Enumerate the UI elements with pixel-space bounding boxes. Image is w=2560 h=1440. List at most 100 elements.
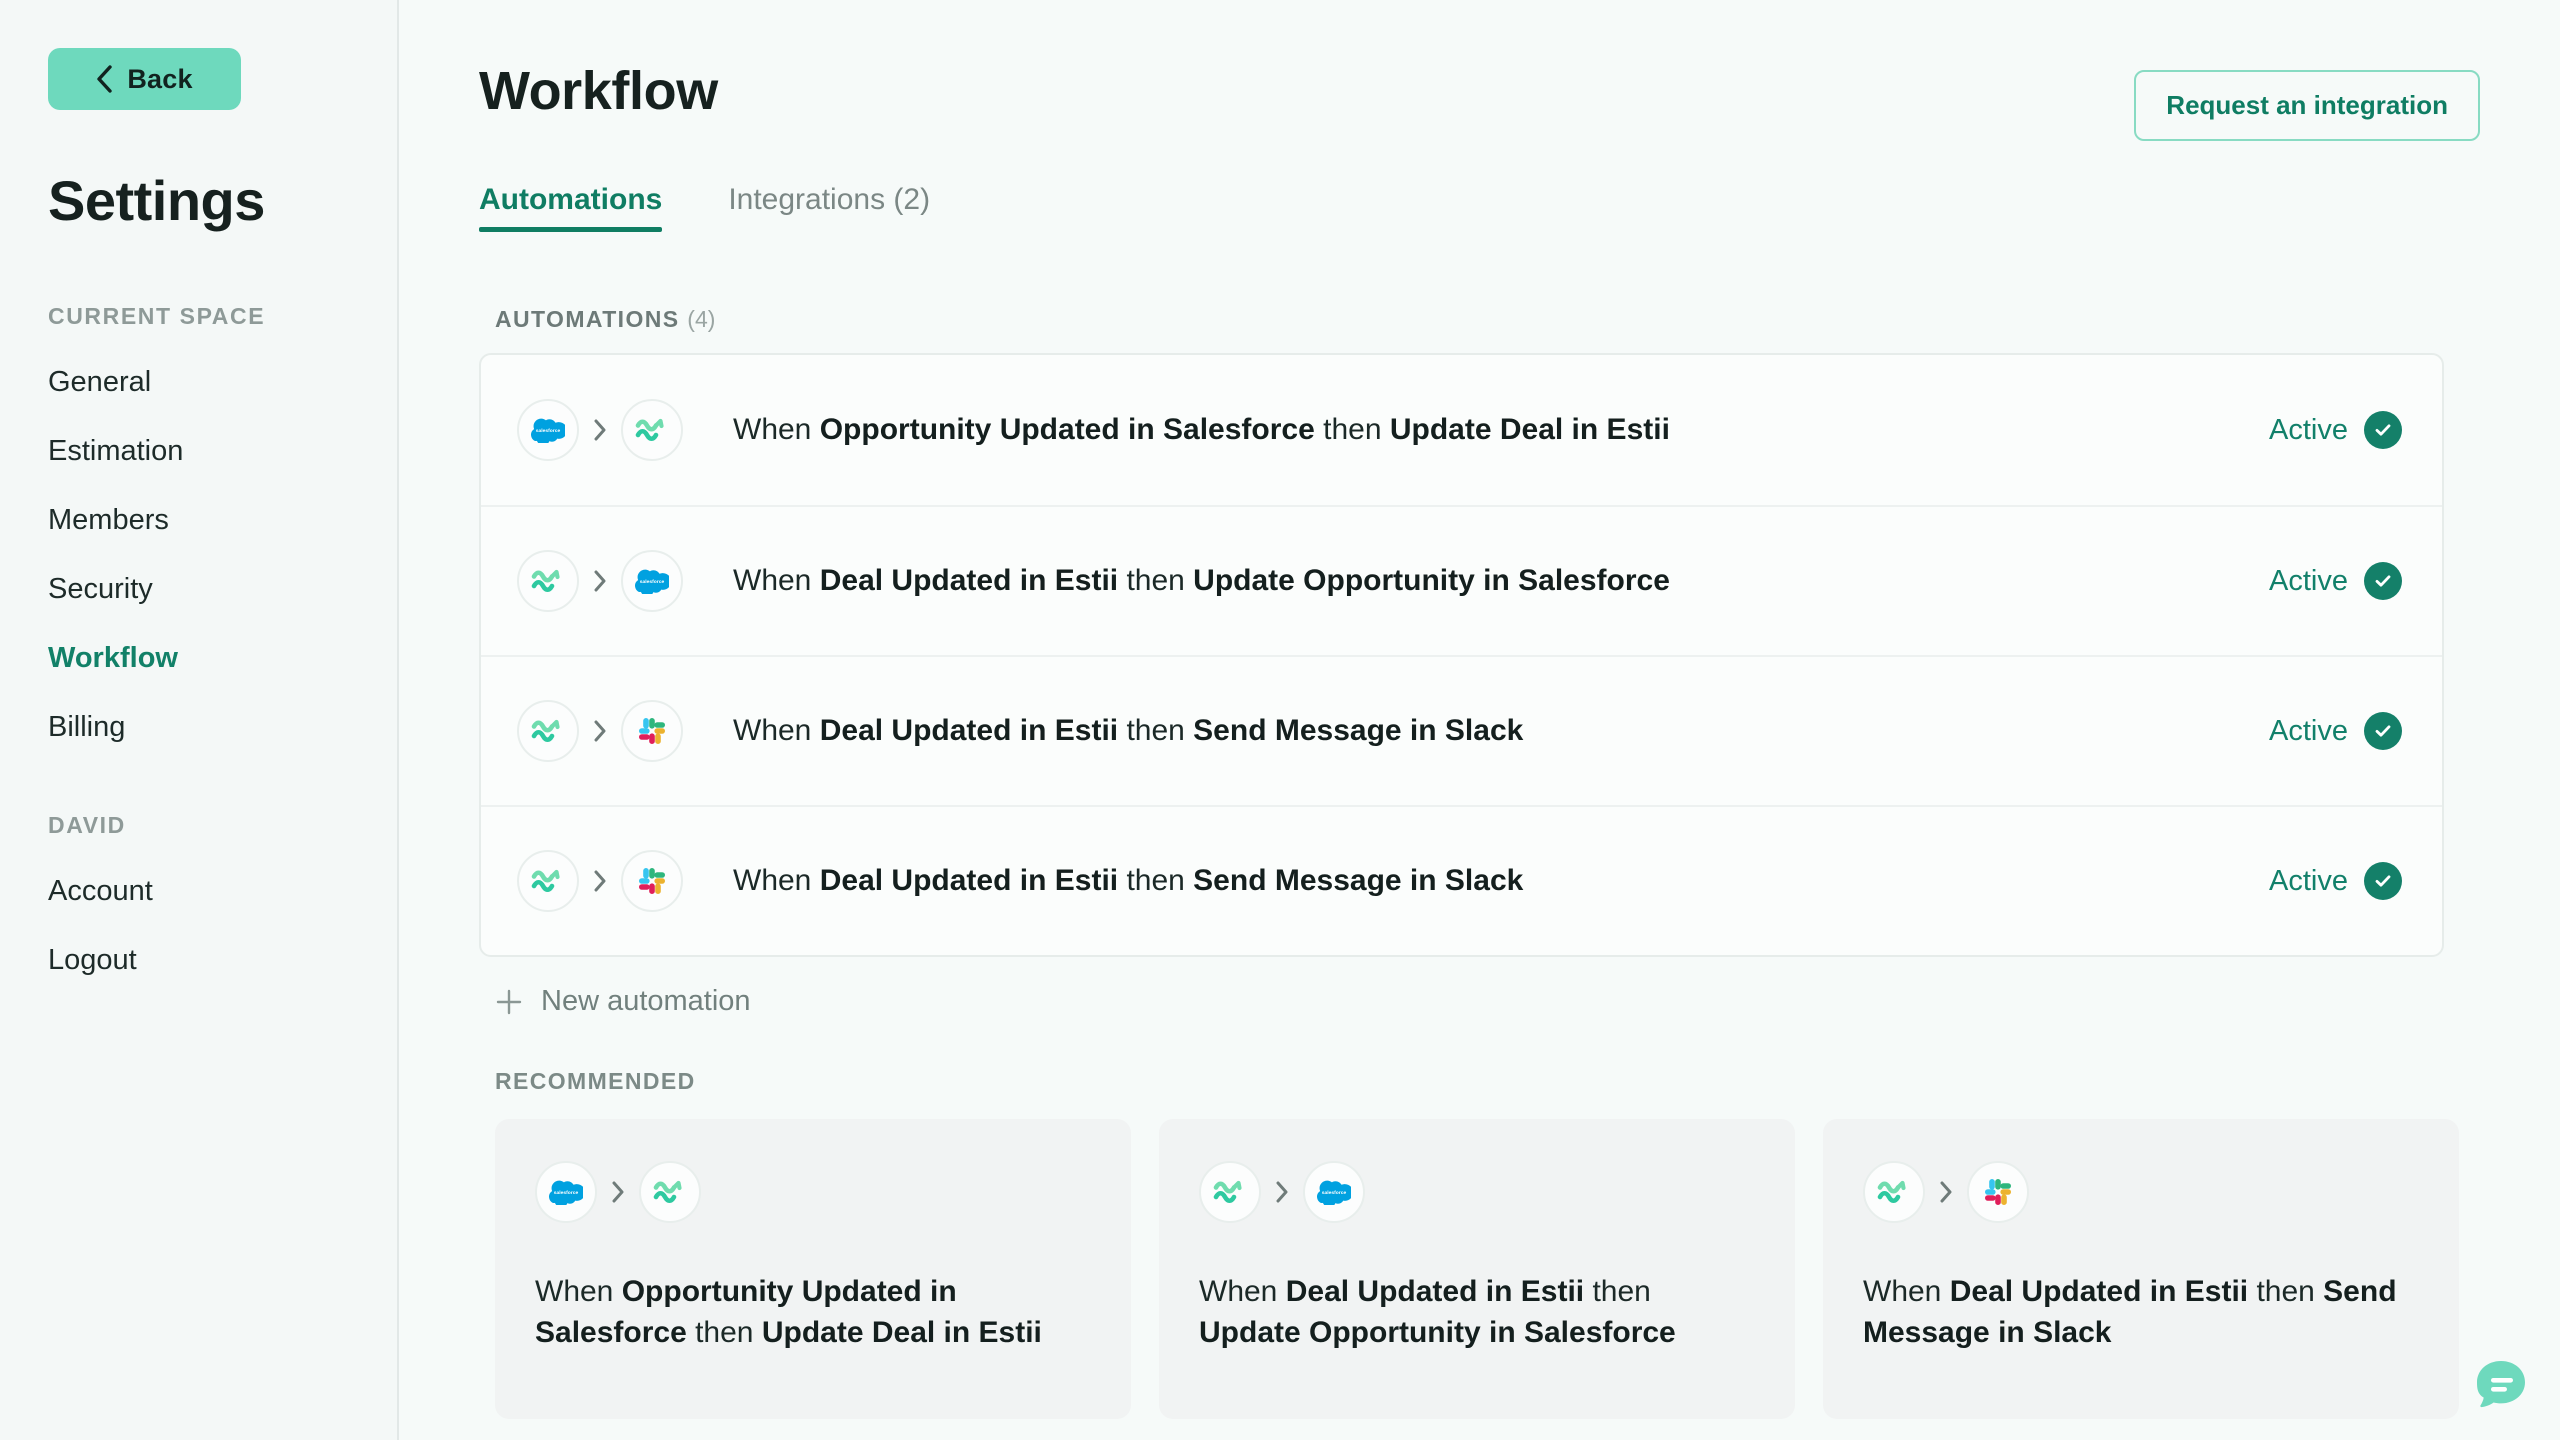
svg-text:salesforce: salesforce <box>640 579 665 585</box>
automations-section-label: AUTOMATIONS (4) <box>495 306 2480 333</box>
rule-action: Update Deal in Estii <box>1389 413 1670 447</box>
chevron-right-icon <box>594 570 606 592</box>
new-automation-label: New automation <box>541 985 751 1017</box>
sidebar-item-workflow[interactable]: Workflow <box>48 644 397 673</box>
sidebar-item-general[interactable]: General <box>48 368 397 397</box>
tab-automations[interactable]: Automations <box>479 185 663 232</box>
salesforce-cloud-glyph: salesforce <box>635 569 669 594</box>
check-glyph <box>2375 875 2391 887</box>
estii-icon <box>517 700 579 762</box>
check-circle-icon <box>2364 562 2402 600</box>
recommended-rule-text: When Opportunity Updated in Salesforce t… <box>535 1271 1091 1354</box>
svg-text:salesforce: salesforce <box>554 1190 579 1196</box>
automation-rule-text: When Deal Updated in Estii then Send Mes… <box>733 712 2249 750</box>
check-glyph <box>2375 424 2391 436</box>
back-button[interactable]: Back <box>48 48 241 110</box>
page-title: Workflow <box>479 61 718 121</box>
rule-trigger: Deal Updated in Estii <box>819 564 1119 598</box>
list-item[interactable]: salesforce When Deal Updated in Estii th… <box>1159 1119 1795 1419</box>
salesforce-cloud-glyph: salesforce <box>549 1180 583 1205</box>
chat-bubble-icon <box>2477 1361 2525 1408</box>
rule-prefix: When <box>733 864 820 898</box>
slack-hash-glyph <box>639 718 665 744</box>
chevron-left-icon <box>97 65 113 93</box>
recommended-rule-text: When Deal Updated in Estii then Send Mes… <box>1863 1271 2419 1354</box>
sidebar-item-billing[interactable]: Billing <box>48 713 397 742</box>
recommended-rule-text: When Deal Updated in Estii then Update O… <box>1199 1271 1755 1354</box>
automation-icons: salesforce <box>517 399 683 461</box>
rule-action: Update Opportunity in Salesforce <box>1199 1316 1676 1350</box>
table-row[interactable]: When Deal Updated in Estii then Send Mes… <box>481 655 2442 805</box>
estii-wave-glyph <box>653 1180 682 1204</box>
status-badge[interactable]: Active <box>2269 411 2402 449</box>
svg-text:salesforce: salesforce <box>1322 1190 1347 1196</box>
sidebar-item-estimation[interactable]: Estimation <box>48 437 397 466</box>
automations-count: (4) <box>687 306 716 332</box>
rule-prefix: When <box>535 1275 622 1308</box>
estii-icon <box>1863 1161 1925 1223</box>
status-label: Active <box>2269 714 2348 747</box>
nav-group-label-current-space: CURRENT SPACE <box>48 303 266 329</box>
table-row[interactable]: salesforce When Opportunity Updated in S… <box>481 355 2442 505</box>
automations-list: salesforce When Opportunity Updated in S… <box>479 353 2444 957</box>
tab-integrations[interactable]: Integrations (2) <box>728 185 930 232</box>
rule-trigger: Deal Updated in Estii <box>819 714 1119 748</box>
request-integration-button[interactable]: Request an integration <box>2134 70 2480 141</box>
estii-wave-glyph <box>1213 1180 1242 1204</box>
rule-prefix: When <box>1863 1275 1950 1308</box>
chevron-right-icon <box>594 720 606 742</box>
list-item[interactable]: When Deal Updated in Estii then Send Mes… <box>1823 1119 2459 1419</box>
status-label: Active <box>2269 864 2348 897</box>
recommended-cards: salesforce When Opportunity Updated in S… <box>495 1119 2480 1419</box>
svg-text:salesforce: salesforce <box>536 428 561 434</box>
rule-trigger: Deal Updated in Estii <box>1285 1275 1585 1308</box>
sidebar-item-members[interactable]: Members <box>48 506 397 535</box>
new-automation-button[interactable]: New automation <box>495 985 2480 1018</box>
sidebar-item-logout[interactable]: Logout <box>48 946 397 975</box>
table-row[interactable]: When Deal Updated in Estii then Send Mes… <box>481 805 2442 955</box>
rule-action: Send Message in Slack <box>1193 714 1524 748</box>
page-header: Workflow Request an integration <box>479 0 2480 141</box>
sidebar-item-account[interactable]: Account <box>48 877 397 906</box>
automation-rule-text: When Deal Updated in Estii then Update O… <box>733 562 2249 600</box>
estii-icon <box>517 550 579 612</box>
salesforce-cloud-glyph: salesforce <box>1317 1180 1351 1205</box>
rule-middle: then <box>1118 564 1194 598</box>
status-label: Active <box>2269 564 2348 597</box>
slack-icon <box>621 700 683 762</box>
estii-icon <box>621 399 683 461</box>
back-button-label: Back <box>127 63 193 94</box>
list-item[interactable]: salesforce When Opportunity Updated in S… <box>495 1119 1131 1419</box>
check-glyph <box>2375 575 2391 587</box>
status-badge[interactable]: Active <box>2269 562 2402 600</box>
estii-wave-glyph <box>531 719 560 743</box>
slack-hash-glyph <box>639 868 665 894</box>
status-label: Active <box>2269 413 2348 446</box>
table-row[interactable]: salesforce When Deal Updated in Estii th… <box>481 505 2442 655</box>
chevron-right-icon <box>612 1181 624 1203</box>
chat-widget-button[interactable] <box>2468 1352 2534 1418</box>
check-glyph <box>2375 725 2391 737</box>
chevron-right-icon <box>594 419 606 441</box>
slack-icon <box>621 850 683 912</box>
slack-icon <box>1967 1161 2029 1223</box>
estii-wave-glyph <box>531 569 560 593</box>
sidebar-item-security[interactable]: Security <box>48 575 397 604</box>
app-root: Back Settings CURRENT SPACE General Esti… <box>0 0 2560 1440</box>
plus-icon <box>496 989 522 1014</box>
rule-prefix: When <box>733 564 820 598</box>
automation-icons <box>1863 1161 2419 1223</box>
status-badge[interactable]: Active <box>2269 712 2402 750</box>
slack-hash-glyph <box>1985 1179 2011 1205</box>
rule-action: Update Deal in Estii <box>761 1316 1042 1350</box>
status-badge[interactable]: Active <box>2269 862 2402 900</box>
workflow-tabs: Automations Integrations (2) <box>479 185 2480 232</box>
rule-prefix: When <box>733 413 820 447</box>
main-content: Workflow Request an integration Automati… <box>399 0 2560 1440</box>
automation-icons <box>517 850 683 912</box>
automation-icons: salesforce <box>535 1161 1091 1223</box>
recommended-section-label: RECOMMENDED <box>495 1068 696 1094</box>
automation-rule-text: When Opportunity Updated in Salesforce t… <box>733 411 2249 449</box>
page-heading-settings: Settings <box>48 169 265 232</box>
chevron-right-icon <box>1276 1181 1288 1203</box>
